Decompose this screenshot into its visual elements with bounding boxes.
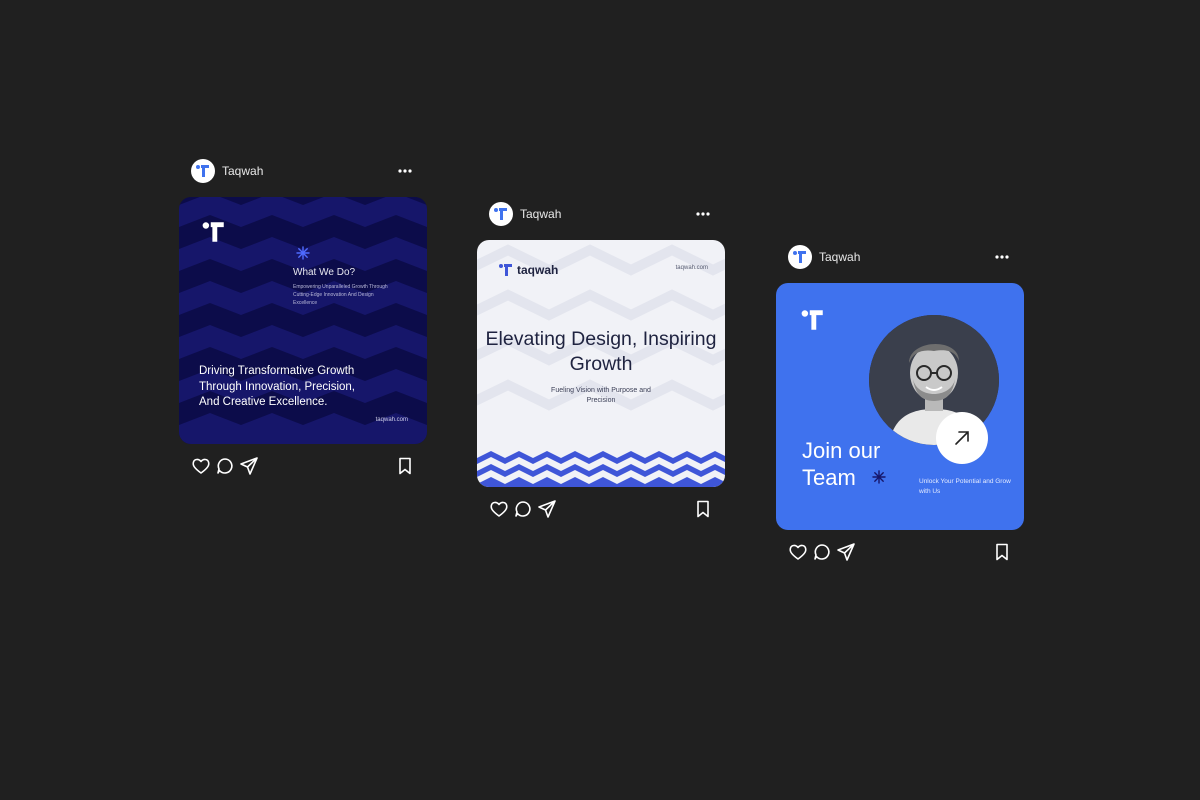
taqwah-logo-icon [801,310,823,330]
sparkle-icon [296,246,310,260]
avatar[interactable] [191,159,215,183]
comment-icon [217,458,233,474]
card-subtitle: Unlock Your Potential and Grow with Us [919,478,1011,495]
avatar[interactable] [788,245,812,269]
arrow-button[interactable] [936,412,988,464]
more-options-button[interactable] [695,207,711,221]
more-options-icon [398,169,412,173]
share-button[interactable] [239,456,259,476]
comment-button[interactable] [215,456,235,476]
username[interactable]: Taqwah [222,164,263,178]
bookmark-icon [996,543,1008,561]
post-image[interactable]: Join our Team Unlock Your Potential and … [776,283,1024,530]
post-2: Taqwah taqwah taqwah.com Elevating Desig… [477,199,725,518]
post-actions [776,542,1024,564]
bookmark-icon [697,500,709,518]
heart-icon [192,458,210,474]
send-icon [837,543,855,561]
comment-icon [515,501,531,517]
avatar[interactable] [489,202,513,226]
post-3: Taqwah Join our Team Unlock Your Potenti… [776,242,1024,561]
post-header: Taqwah [477,199,725,229]
card-subtitle: Fueling Vision with Purpose and Precisio… [551,387,651,404]
card-title: Join our Team [802,438,881,490]
card-headline: Driving Transformative Growth Through In… [199,365,355,408]
card-title: Elevating Design, Inspiring Growth [485,328,717,375]
like-button[interactable] [788,542,808,562]
arrow-up-right-icon [955,431,969,445]
more-options-button[interactable] [994,250,1010,264]
more-options-button[interactable] [397,164,413,178]
taqwah-logo-icon [202,222,224,242]
send-icon [538,500,556,518]
like-button[interactable] [191,456,211,476]
post-actions [179,456,427,478]
comment-icon [814,544,830,560]
brand-name: taqwah [517,263,559,277]
card-url: taqwah.com [375,417,408,423]
save-button[interactable] [395,456,415,476]
like-button[interactable] [489,499,509,519]
post-actions [477,499,725,521]
comment-button[interactable] [812,542,832,562]
post-image[interactable]: taqwah taqwah.com Elevating Design, Insp… [477,240,725,487]
username[interactable]: Taqwah [520,207,561,221]
post-header: Taqwah [179,156,427,186]
more-options-icon [696,212,710,216]
taqwah-logo-icon [196,165,209,177]
heart-icon [789,544,807,560]
share-button[interactable] [537,499,557,519]
post-header: Taqwah [776,242,1024,272]
post-image[interactable]: What We Do? Empowering Unparalleled Grow… [179,197,427,444]
sparkle-icon [872,470,886,484]
username[interactable]: Taqwah [819,250,860,264]
share-button[interactable] [836,542,856,562]
save-button[interactable] [992,542,1012,562]
taqwah-logo-icon [494,208,507,220]
taqwah-logo-icon [499,264,512,276]
save-button[interactable] [693,499,713,519]
more-options-icon [995,255,1009,259]
bookmark-icon [399,457,411,475]
post-1: Taqwah What We Do? Empowering Unparallel… [179,156,427,475]
send-icon [240,457,258,475]
taqwah-logo-icon [793,251,806,263]
heart-icon [490,501,508,517]
brand-logo: taqwah [498,262,558,278]
card-url: taqwah.com [675,265,708,271]
card-description: Empowering Unparalleled Growth Through C… [293,284,388,306]
comment-button[interactable] [513,499,533,519]
card-question: What We Do? [293,267,356,278]
